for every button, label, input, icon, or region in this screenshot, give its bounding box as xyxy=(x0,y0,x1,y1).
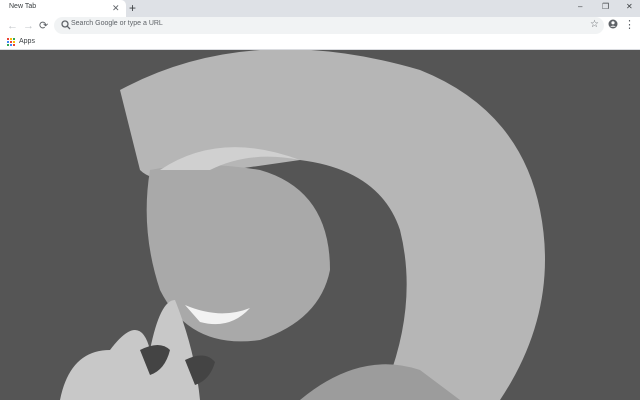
tab-title: New Tab xyxy=(9,3,37,10)
close-window-icon[interactable]: ✕ xyxy=(626,1,633,13)
photo-illustration xyxy=(0,50,640,400)
back-icon[interactable]: ← xyxy=(7,19,18,33)
tab-new-tab[interactable]: New Tab ✕ xyxy=(0,0,126,17)
forward-icon[interactable]: → xyxy=(23,19,34,33)
background-photo xyxy=(0,50,640,400)
bookmarks-bar: Apps xyxy=(0,35,640,50)
restore-icon[interactable]: ❐ xyxy=(602,1,609,13)
menu-icon[interactable]: ⋮ xyxy=(624,18,635,32)
apps-label[interactable]: Apps xyxy=(19,38,35,45)
address-bar[interactable]: Search Google or type a URL ☆ xyxy=(54,17,604,34)
address-placeholder: Search Google or type a URL xyxy=(71,20,163,27)
profile-icon[interactable] xyxy=(608,19,618,29)
minimize-icon[interactable]: – xyxy=(578,1,582,13)
plus-icon[interactable]: + xyxy=(129,0,136,16)
apps-grid-icon[interactable] xyxy=(7,38,15,46)
tab-strip: New Tab ✕ + – ❐ ✕ xyxy=(0,0,640,17)
star-icon[interactable]: ☆ xyxy=(590,18,599,32)
close-icon[interactable]: ✕ xyxy=(112,2,120,14)
reload-icon[interactable]: ⟳ xyxy=(39,19,48,33)
